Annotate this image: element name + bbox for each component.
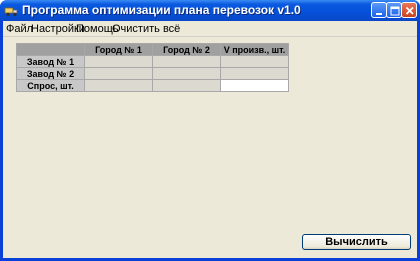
close-icon [405,6,414,15]
row-header-plant-2: Завод № 2 [16,67,85,80]
column-header-production-volume: V произв., шт. [220,43,289,56]
table-cell[interactable] [84,55,153,68]
table-header-row: Город № 1 Город № 2 V произв., шт. [16,43,289,56]
row-header-demand: Спрос, шт. [16,79,85,92]
table-cell[interactable] [152,79,221,92]
table-row: Спрос, шт. [16,79,289,92]
transport-plan-table: Город № 1 Город № 2 V произв., шт. Завод… [16,43,289,92]
menu-clear-all[interactable]: Очистить всё [112,22,180,36]
title-bar[interactable]: Программа оптимизации плана перевозок v1… [0,0,420,21]
calculate-button[interactable]: Вычислить [302,234,411,250]
table-corner-cell [16,43,85,56]
minimize-button[interactable] [371,2,387,18]
table-row: Завод № 2 [16,67,289,80]
truck-icon [4,3,19,18]
app-window: Программа оптимизации плана перевозок v1… [0,0,420,261]
table-cell[interactable] [84,67,153,80]
column-header-city-2: Город № 2 [152,43,221,56]
table-cell[interactable] [220,67,289,80]
row-header-plant-1: Завод № 1 [16,55,85,68]
client-area: Файл Настройки Помощь Очистить всё Город… [3,21,417,258]
close-button[interactable] [401,2,417,18]
table-cell[interactable] [220,55,289,68]
menu-file[interactable]: Файл [6,22,33,36]
menu-bar: Файл Настройки Помощь Очистить всё [3,21,417,37]
table-cell[interactable] [152,67,221,80]
maximize-button[interactable] [386,2,402,18]
table-cell[interactable] [152,55,221,68]
window-title: Программа оптимизации плана перевозок v1… [22,3,301,17]
table-row: Завод № 1 [16,55,289,68]
column-header-city-1: Город № 1 [84,43,153,56]
table-cell[interactable] [84,79,153,92]
table-cell-selected[interactable] [220,79,289,92]
